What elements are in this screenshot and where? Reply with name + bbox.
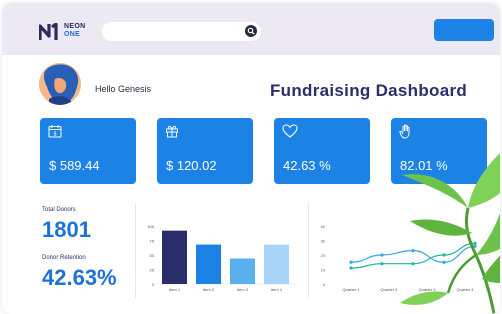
leaf-icon [482, 255, 500, 283]
leaf-icon [476, 213, 500, 255]
leaf-icon [468, 153, 500, 208]
leaf-icon [402, 174, 468, 208]
leaf-icon [410, 219, 472, 236]
dashboard-window: NEON ONE Hello Genesis Fundraising Dashb… [2, 3, 500, 314]
leaf-icon [400, 291, 448, 305]
plant-illustration [400, 153, 500, 314]
